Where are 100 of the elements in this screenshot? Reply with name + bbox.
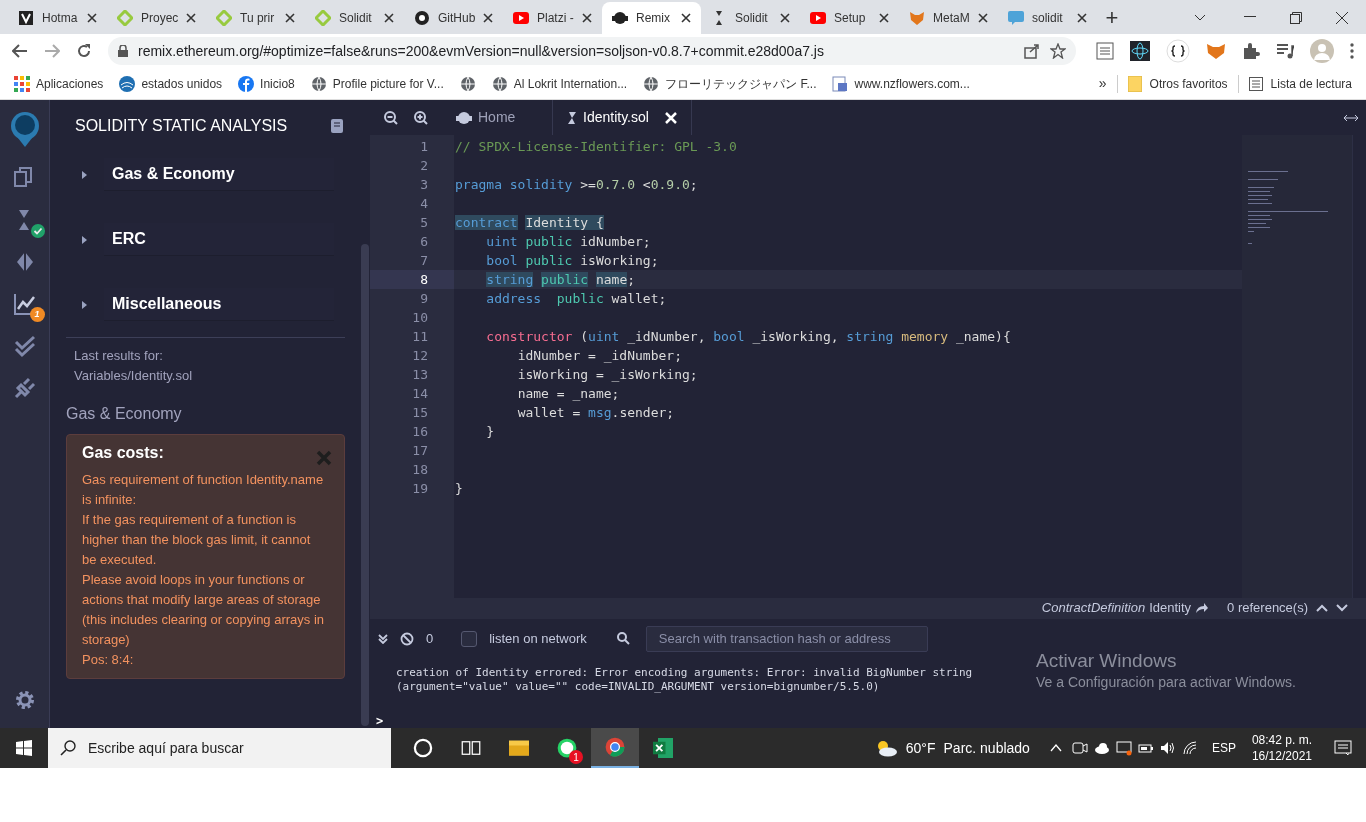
zoom-in-icon[interactable] <box>414 110 428 125</box>
windows-logo-icon[interactable] <box>16 740 32 756</box>
chart-icon[interactable] <box>12 292 37 316</box>
close-icon[interactable] <box>1336 12 1348 24</box>
language-indicator[interactable]: ESP <box>1211 739 1236 757</box>
reference-name: Identity <box>1149 599 1192 618</box>
circle-icon[interactable] <box>413 738 433 758</box>
close-icon[interactable] <box>780 13 790 23</box>
wifi-icon[interactable] <box>1181 740 1198 756</box>
reading-list-label: Lista de lectura <box>1270 75 1352 93</box>
scrollbar-thumb[interactable] <box>361 244 369 726</box>
bookmark[interactable]: Inicio8 <box>238 74 301 93</box>
browser-tab[interactable]: Solidit <box>305 2 404 34</box>
close-icon[interactable] <box>978 13 988 23</box>
folder-icon[interactable] <box>509 738 529 758</box>
leaf-icon <box>315 10 331 26</box>
atom-icon[interactable] <box>1130 41 1150 61</box>
cloud-icon[interactable] <box>1093 740 1110 756</box>
browser-tab[interactable]: Remix <box>602 2 701 34</box>
bookmark[interactable]: www.nzflowers.com... <box>832 74 976 93</box>
chrome-icon[interactable] <box>605 737 625 757</box>
puzzle-icon[interactable] <box>1242 42 1260 60</box>
count-badge: 1 <box>29 307 45 322</box>
line-number: 19 <box>411 480 429 498</box>
chevron-up-icon[interactable] <box>1316 604 1328 612</box>
double-chevron-down-icon[interactable] <box>378 633 388 644</box>
bookmark[interactable]: Al Lokrit Internation... <box>491 74 634 93</box>
globe-icon <box>491 75 508 92</box>
close-icon[interactable] <box>681 13 691 23</box>
speaker-icon[interactable] <box>1159 740 1176 756</box>
code-line: uint public idNumber; <box>485 233 651 251</box>
search-icon[interactable] <box>616 632 630 645</box>
minimize-icon[interactable] <box>1244 16 1256 18</box>
caret-right-icon[interactable] <box>82 170 88 179</box>
close-icon[interactable] <box>186 13 196 23</box>
tab-title: MetaM <box>933 10 970 27</box>
back-arrow-icon[interactable] <box>12 44 28 58</box>
notifications-icon[interactable] <box>1334 740 1352 756</box>
settings-icon[interactable] <box>14 690 35 710</box>
meet-icon[interactable] <box>1071 740 1088 756</box>
braces-icon[interactable] <box>1166 39 1190 63</box>
new-tab-button[interactable]: + <box>1097 2 1127 34</box>
share-icon[interactable] <box>1024 43 1040 59</box>
document-icon <box>832 75 849 92</box>
close-icon[interactable] <box>483 13 493 23</box>
star-icon[interactable] <box>1050 43 1066 59</box>
checkbox[interactable] <box>461 630 478 647</box>
more-icon[interactable] <box>1350 43 1354 59</box>
clock-date[interactable]: 16/12/2021 <box>1251 748 1312 764</box>
double-check-icon[interactable] <box>12 334 37 358</box>
reference-kind: ContractDefinition <box>1041 599 1146 618</box>
more-bookmarks-button[interactable]: » <box>1098 73 1107 94</box>
tab-title: Solidit <box>339 10 373 27</box>
fox-icon[interactable] <box>1206 42 1226 60</box>
reading-list[interactable]: Lista de lectura <box>1248 74 1352 93</box>
bookmark[interactable]: Profile picture for V... <box>310 74 450 93</box>
close-icon[interactable] <box>1077 13 1087 23</box>
search-box[interactable]: Escribe aquí para buscar <box>48 728 391 768</box>
book-icon[interactable] <box>331 119 343 133</box>
bookmark[interactable]: estados unidos <box>119 74 229 93</box>
clear-icon[interactable] <box>400 631 414 646</box>
address-bar[interactable]: remix.ethereum.org/#optimize=false&runs=200&evmVersion=null&version=soljson-v0.8.7+commit.e28d00a7.js <box>108 37 1076 65</box>
browser-tab[interactable]: Setup <box>800 2 899 34</box>
browser-tab[interactable]: MetaM <box>899 2 998 34</box>
bookmark[interactable]: フローリテックジャパン F... <box>643 74 823 93</box>
leaf-icon <box>216 10 232 26</box>
browser-tab[interactable]: GitHub <box>404 2 503 34</box>
zoom-out-icon[interactable] <box>384 110 398 125</box>
browser-tab[interactable]: solidit <box>998 2 1097 34</box>
close-icon[interactable] <box>87 13 97 23</box>
task-view-icon[interactable] <box>461 738 481 758</box>
display-icon[interactable] <box>1115 740 1132 756</box>
browser-tab[interactable]: Tu prir <box>206 2 305 34</box>
share-arrow-icon[interactable] <box>1195 602 1210 614</box>
browser-tab[interactable]: Platzi - <box>503 2 602 34</box>
chevron-down-icon[interactable] <box>1194 14 1206 22</box>
clock-time[interactable]: 08:42 p. m. <box>1251 732 1312 748</box>
line-number: 17 <box>411 442 429 460</box>
facebook-icon <box>238 75 255 92</box>
caret-right-icon[interactable] <box>82 300 88 309</box>
reload-icon[interactable] <box>76 43 92 59</box>
close-icon[interactable] <box>384 13 394 23</box>
caret-right-icon[interactable] <box>82 235 88 244</box>
expand-arrows-icon[interactable] <box>1344 113 1358 122</box>
browser-tab[interactable]: Solidit <box>701 2 800 34</box>
close-icon[interactable] <box>879 13 889 23</box>
playlist-icon[interactable] <box>1276 43 1294 59</box>
browser-tab[interactable]: Proyec <box>107 2 206 34</box>
close-icon[interactable] <box>582 13 592 23</box>
bookmark[interactable]: Aplicaciones <box>14 74 110 93</box>
close-icon[interactable] <box>285 13 295 23</box>
bookmark-label: Aplicaciones <box>36 75 104 93</box>
plug-icon[interactable] <box>12 376 37 400</box>
bookmark-folder[interactable]: Otros favoritos <box>1127 74 1228 93</box>
browser-tab[interactable]: Hotma <box>8 2 107 34</box>
spreadsheet-icon[interactable] <box>653 738 673 758</box>
notification-badge: 1 <box>569 750 583 764</box>
swirl-icon <box>119 75 136 92</box>
search-field[interactable]: Search with transaction hash or address <box>645 625 928 652</box>
restore-icon[interactable] <box>1290 12 1302 24</box>
